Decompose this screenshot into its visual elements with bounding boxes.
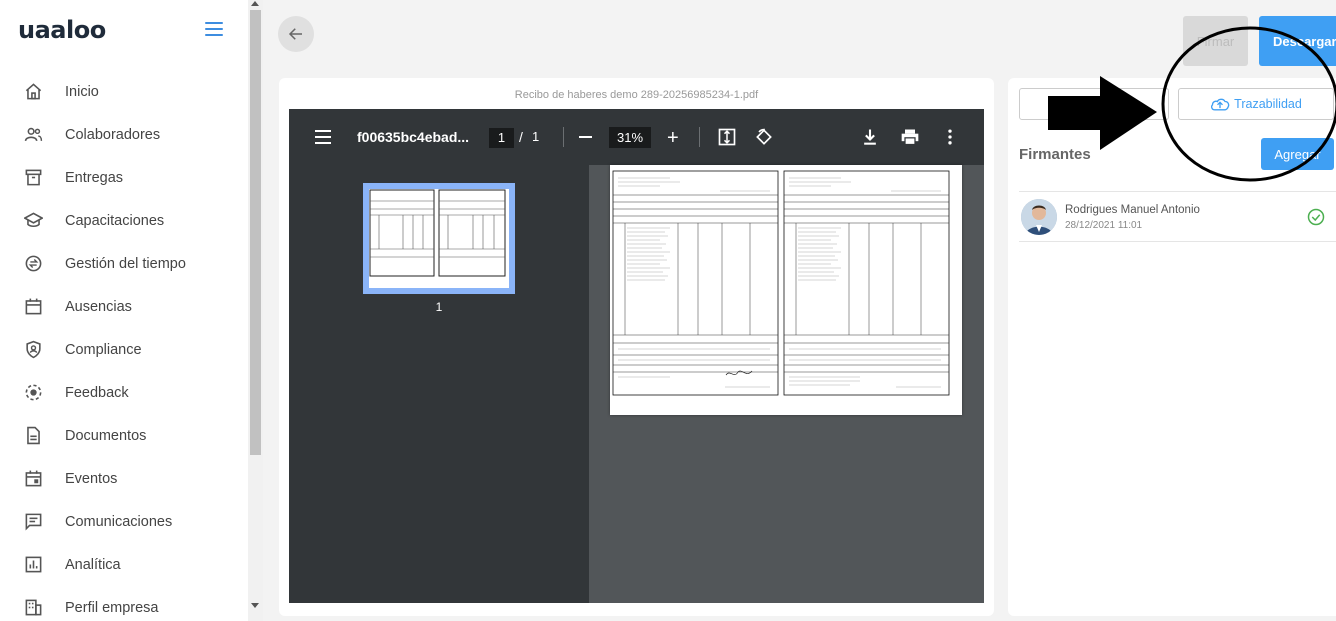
sidebar-item-ausencias[interactable]: Ausencias [0, 285, 248, 328]
signer-name: Rodrigues Manuel Antonio [1065, 204, 1200, 216]
scroll-up-icon[interactable] [251, 1, 259, 6]
divider [1019, 241, 1336, 242]
zoom-in-icon[interactable]: + [667, 128, 679, 148]
chart-icon [23, 555, 43, 575]
sidebar-item-capacitaciones[interactable]: Capacitaciones [0, 199, 248, 242]
print-icon[interactable] [900, 127, 920, 147]
sidebar-item-label: Colaboradores [65, 126, 161, 143]
zoom-input[interactable]: 31% [609, 127, 651, 148]
zoom-out-icon[interactable] [579, 136, 592, 138]
time-exchange-icon [23, 254, 43, 274]
sidebar-item-label: Perfil empresa [65, 599, 159, 616]
add-signer-button[interactable]: Agregar [1261, 138, 1334, 170]
sign-button[interactable]: Firmar [1183, 16, 1248, 66]
toolbar-divider [699, 127, 700, 147]
sidebar-item-label: Documentos [65, 427, 147, 444]
event-icon [23, 469, 43, 489]
signer-row[interactable]: Rodrigues Manuel Antonio 28/12/2021 11:0… [1019, 197, 1336, 241]
sidebar-scrollbar-thumb[interactable] [250, 10, 261, 455]
avatar [1021, 199, 1057, 235]
signer-date: 28/12/2021 11:01 [1065, 220, 1143, 231]
scroll-down-icon[interactable] [251, 603, 259, 608]
thumbnail-pane: 1 [289, 165, 589, 603]
pdf-viewer: f00635bc4ebad... 1 / 1 31% + 1 [289, 109, 984, 603]
sidebar-item-label: Feedback [65, 384, 129, 401]
sidebar-item-colaboradores[interactable]: Colaboradores [0, 113, 248, 156]
feedback-icon [23, 383, 43, 403]
sidebar-item-label: Entregas [65, 169, 124, 186]
check-circle-icon [1307, 208, 1325, 226]
sidebar-item-label: Capacitaciones [65, 212, 165, 229]
page-separator: / [519, 129, 523, 145]
sidebar-item-label: Analítica [65, 556, 121, 573]
sidebar-item-label: Inicio [65, 83, 99, 100]
sidebar-item-label: Comunicaciones [65, 513, 173, 530]
menu-toggle-icon[interactable] [205, 22, 223, 36]
pdf-page [610, 165, 962, 415]
download-button[interactable]: Descargar [1259, 16, 1336, 66]
cloud-upload-icon [1211, 98, 1230, 111]
details-tab[interactable] [1019, 88, 1169, 120]
home-icon [23, 82, 43, 102]
people-icon [23, 125, 43, 145]
back-button[interactable] [278, 16, 314, 52]
archive-icon [23, 168, 43, 188]
sidebar-item-label: Gestión del tiempo [65, 255, 186, 272]
pdf-menu-icon[interactable] [315, 130, 331, 144]
more-vertical-icon[interactable] [940, 127, 960, 147]
sidebar-item-eventos[interactable]: Eventos [0, 457, 248, 500]
sidebar-item-perfil-empresa[interactable]: Perfil empresa [0, 586, 248, 621]
toolbar-divider [563, 127, 564, 147]
message-icon [23, 512, 43, 532]
fit-page-icon[interactable] [717, 127, 737, 147]
sidebar-item-label: Eventos [65, 470, 118, 487]
download-icon[interactable] [860, 127, 880, 147]
sidebar-item-documentos[interactable]: Documentos [0, 414, 248, 457]
sidebar-item-label: Compliance [65, 341, 142, 358]
payslip-document-image [612, 170, 950, 396]
signers-panel: Trazabilidad Firmantes Agregar Rodrigues… [1008, 78, 1336, 616]
shield-person-icon [23, 340, 43, 360]
page-thumbnail[interactable] [363, 183, 515, 294]
sidebar-item-comunicaciones[interactable]: Comunicaciones [0, 500, 248, 543]
pdf-toolbar: f00635bc4ebad... 1 / 1 31% + [289, 109, 984, 165]
sidebar-item-feedback[interactable]: Feedback [0, 371, 248, 414]
signers-title: Firmantes [1019, 146, 1091, 163]
sidebar-item-gestion-tiempo[interactable]: Gestión del tiempo [0, 242, 248, 285]
thumbnail-page-number: 1 [435, 300, 443, 314]
sidebar-item-label: Ausencias [65, 298, 132, 315]
sidebar-item-inicio[interactable]: Inicio [0, 70, 248, 113]
divider [1019, 191, 1336, 192]
document-viewer-card: Recibo de haberes demo 289-20256985234-1… [279, 78, 994, 616]
arrow-left-icon [288, 28, 302, 40]
page-total: 1 [532, 129, 540, 144]
page-number-input[interactable]: 1 [489, 128, 514, 148]
calendar-icon [23, 297, 43, 317]
sidebar-item-compliance[interactable]: Compliance [0, 328, 248, 371]
sidebar-item-analitica[interactable]: Analítica [0, 543, 248, 586]
logo-text: uaaloo [18, 16, 106, 44]
building-icon [23, 598, 43, 618]
sidebar: uaaloo Inicio Colaboradores Entregas Cap… [0, 0, 248, 621]
pdf-filename: f00635bc4ebad... [357, 129, 470, 145]
document-icon [23, 426, 43, 446]
graduation-cap-icon [23, 211, 43, 231]
sidebar-item-entregas[interactable]: Entregas [0, 156, 248, 199]
pdf-file-title: Recibo de haberes demo 289-20256985234-1… [514, 89, 759, 101]
traceability-label: Trazabilidad [1234, 97, 1302, 111]
app-logo[interactable]: uaaloo [18, 14, 106, 46]
page-thumbnail-image [369, 189, 509, 288]
sidebar-nav: Inicio Colaboradores Entregas Capacitaci… [0, 70, 248, 621]
traceability-button[interactable]: Trazabilidad [1178, 88, 1334, 120]
rotate-icon[interactable] [754, 127, 774, 147]
